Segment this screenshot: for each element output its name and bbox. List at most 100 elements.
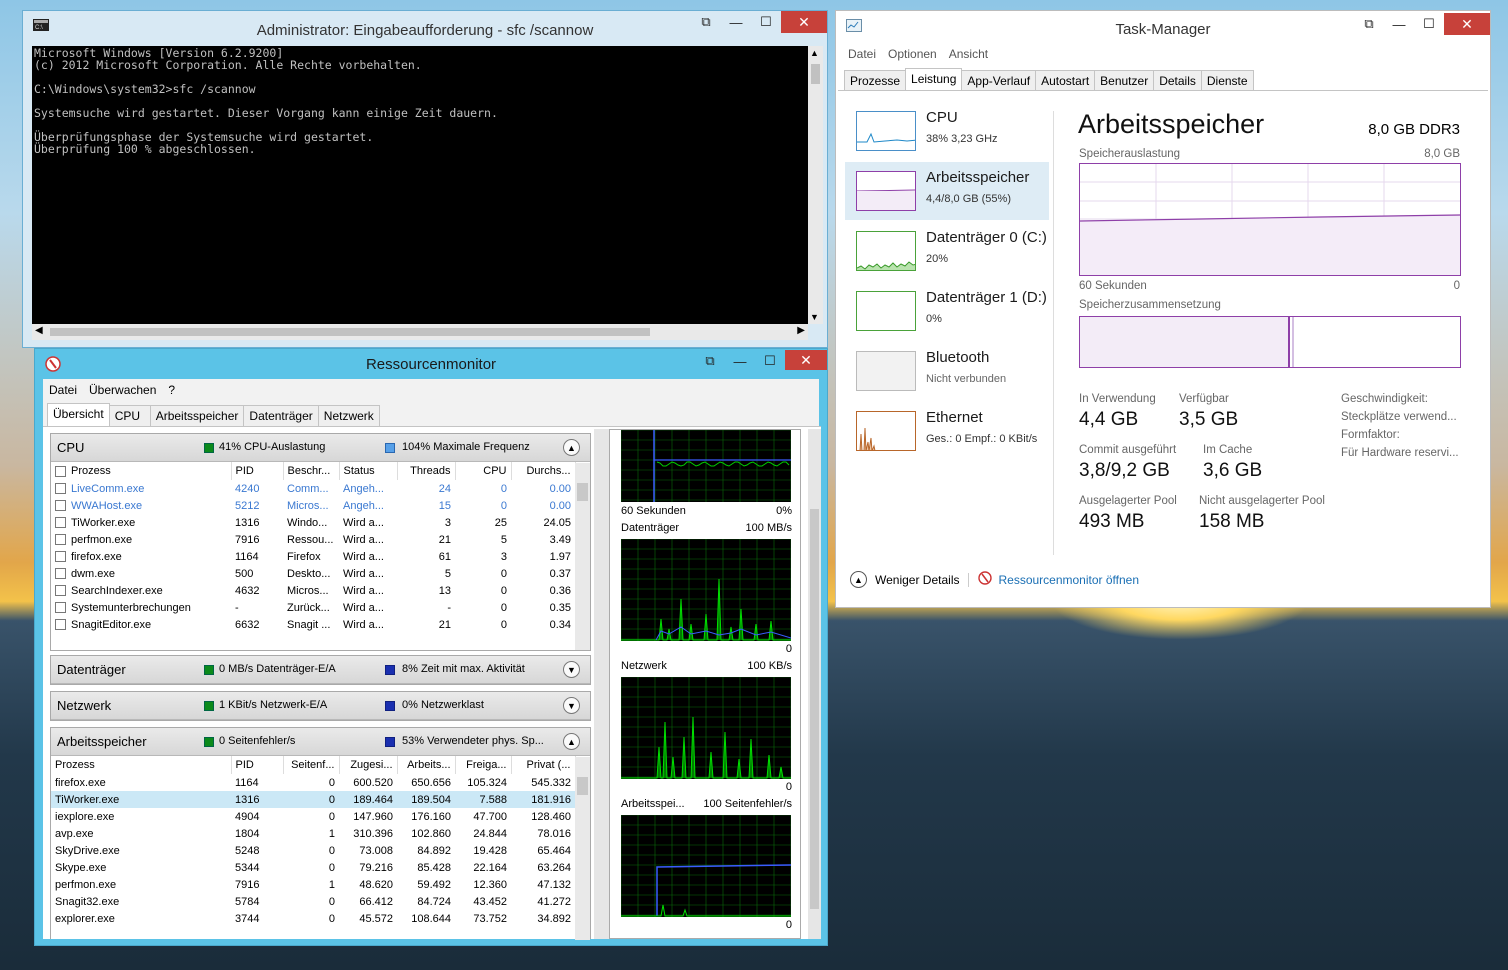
- tab-cpu[interactable]: CPU: [108, 405, 151, 428]
- col-pid[interactable]: PID: [231, 462, 284, 480]
- col-status[interactable]: Status: [339, 462, 398, 480]
- checkbox[interactable]: [55, 500, 66, 512]
- table-row[interactable]: avp.exe 1804 1 310.396 102.860 24.844 78.016: [51, 825, 575, 842]
- console-vscrollbar[interactable]: ▲ ▼: [808, 46, 823, 324]
- checkbox[interactable]: [55, 465, 66, 477]
- table-row[interactable]: WWAHost.exe 5212 Micros... Angeh... 15 0 0.00: [51, 497, 575, 514]
- minimize-button[interactable]: —: [721, 11, 751, 33]
- checkbox[interactable]: [55, 602, 66, 614]
- table-row[interactable]: iexplore.exe 4904 0 147.960 176.160 47.700 128…: [51, 808, 575, 825]
- checkbox[interactable]: [55, 517, 66, 529]
- sidebar-item-ethernet[interactable]: Ethernet Ges.: 0 Empf.: 0 KBit/s: [845, 402, 1049, 460]
- table-row[interactable]: firefox.exe 1164 0 600.520 650.656 105.324 545…: [51, 774, 575, 791]
- tab-uebersicht[interactable]: Übersicht: [47, 403, 110, 426]
- chevron-down-icon[interactable]: ▼: [563, 661, 580, 678]
- menu-optionen[interactable]: Optionen: [888, 47, 937, 61]
- console-hscrollbar[interactable]: ◀ ▶: [32, 324, 808, 340]
- col-cpu[interactable]: CPU: [455, 462, 512, 480]
- minimize-button[interactable]: —: [1384, 13, 1414, 35]
- col-beschreibung[interactable]: Beschr...: [283, 462, 340, 480]
- cpu-section-header[interactable]: CPU 41% CPU-Auslastung 104% Maximale Fre…: [51, 434, 590, 462]
- snap-button[interactable]: ⧉: [1354, 13, 1384, 35]
- table-row[interactable]: explorer.exe 3744 0 45.572 108.644 73.752 34.8…: [51, 910, 575, 927]
- checkbox[interactable]: [55, 585, 66, 597]
- chevron-up-icon[interactable]: ▲: [563, 733, 580, 750]
- snap-button[interactable]: ⧉: [695, 350, 725, 372]
- resmon-window[interactable]: Ressourcenmonitor ⧉ — ☐ ✕ Datei Überwach…: [34, 348, 828, 946]
- fewer-details-link[interactable]: Weniger Details: [875, 573, 959, 587]
- snap-button[interactable]: ⧉: [691, 11, 721, 33]
- col-durchschnitt[interactable]: Durchs...: [511, 462, 576, 480]
- tab-datentraeger[interactable]: Datenträger: [243, 405, 319, 428]
- chevron-down-icon[interactable]: ▼: [563, 697, 580, 714]
- menu-help[interactable]: ?: [168, 383, 175, 397]
- scroll-thumb[interactable]: [50, 328, 650, 336]
- table-row[interactable]: Snagit32.exe 5784 0 66.412 84.724 43.452 41.27…: [51, 893, 575, 910]
- checkbox[interactable]: [55, 483, 66, 495]
- col-prozess[interactable]: Prozess: [51, 462, 232, 480]
- minimize-button[interactable]: —: [725, 350, 755, 372]
- graphs-scrollbar[interactable]: [808, 429, 821, 939]
- col-prozess[interactable]: Prozess: [51, 756, 232, 774]
- table-row[interactable]: TiWorker.exe 1316 Windo... Wird a... 3 25 24.0…: [51, 514, 575, 531]
- cmd-window[interactable]: C:\ Administrator: Eingabeaufforderung -…: [22, 10, 828, 348]
- close-button[interactable]: ✕: [1444, 13, 1490, 35]
- tab-netzwerk[interactable]: Netzwerk: [317, 405, 380, 428]
- left-pane-scrollbar[interactable]: [594, 429, 609, 939]
- col-freigabe[interactable]: Freiga...: [455, 756, 512, 774]
- checkbox[interactable]: [55, 551, 66, 563]
- scroll-thumb[interactable]: [577, 777, 588, 795]
- checkbox[interactable]: [55, 534, 66, 546]
- table-row[interactable]: SnagitEditor.exe 6632 Snagit ... Wird a... 2…: [51, 616, 575, 633]
- sidebar-item-disk1[interactable]: Datenträger 1 (D:) 0%: [845, 282, 1049, 340]
- checkbox[interactable]: [55, 619, 66, 631]
- menu-ansicht[interactable]: Ansicht: [949, 47, 988, 61]
- col-pid[interactable]: PID: [231, 756, 284, 774]
- close-button[interactable]: ✕: [781, 11, 827, 33]
- sidebar-item-cpu[interactable]: CPU 38% 3,23 GHz: [845, 102, 1049, 160]
- taskmanager-window[interactable]: Task-Manager ⧉ — ☐ ✕ Datei Optionen Ansi…: [835, 10, 1491, 608]
- sidebar-item-arbeitsspeicher[interactable]: Arbeitsspeicher 4,4/8,0 GB (55%): [845, 162, 1049, 220]
- scroll-left-icon[interactable]: ◀: [35, 325, 43, 336]
- scroll-thumb[interactable]: [810, 509, 819, 909]
- menu-ueberwachen[interactable]: Überwachen: [89, 383, 156, 397]
- chevron-up-icon[interactable]: ▲: [850, 571, 867, 588]
- table-row[interactable]: SkyDrive.exe 5248 0 73.008 84.892 19.428 65.46…: [51, 842, 575, 859]
- table-row[interactable]: dwm.exe 500 Deskto... Wird a... 5 0 0.37: [51, 565, 575, 582]
- table-row[interactable]: perfmon.exe 7916 1 48.620 59.492 12.360 47.132: [51, 876, 575, 893]
- maximize-button[interactable]: ☐: [751, 11, 781, 33]
- open-resmon-link[interactable]: Ressourcenmonitor öffnen: [998, 573, 1139, 587]
- sidebar-item-bluetooth[interactable]: Bluetooth Nicht verbunden: [845, 342, 1049, 400]
- network-section-header[interactable]: Netzwerk 1 KBit/s Netzwerk-E/A 0% Netzwe…: [51, 692, 590, 720]
- table-row[interactable]: perfmon.exe 7916 Ressou... Wird a... 21 5 3.49: [51, 531, 575, 548]
- scroll-down-icon[interactable]: ▼: [810, 312, 819, 322]
- maximize-button[interactable]: ☐: [755, 350, 785, 372]
- menu-datei[interactable]: Datei: [848, 47, 876, 61]
- memory-table-scrollbar[interactable]: [575, 757, 590, 940]
- col-arbeitssatz[interactable]: Arbeits...: [397, 756, 456, 774]
- checkbox[interactable]: [55, 568, 66, 580]
- tab-leistung[interactable]: Leistung: [905, 68, 963, 91]
- col-zugesichert[interactable]: Zugesi...: [339, 756, 398, 774]
- close-button[interactable]: ✕: [785, 350, 827, 370]
- col-seitenfehler[interactable]: Seitenf...: [283, 756, 340, 774]
- tab-arbeitsspeicher[interactable]: Arbeitsspeicher: [149, 405, 245, 428]
- memory-section-header[interactable]: Arbeitsspeicher 0 Seitenfehler/s 53% Ver…: [51, 728, 590, 756]
- scroll-right-icon[interactable]: ▶: [797, 325, 805, 336]
- chevron-up-icon[interactable]: ▲: [563, 439, 580, 456]
- table-row[interactable]: Systemunterbrechungen - Zurück... Wird a...…: [51, 599, 575, 616]
- table-row[interactable]: TiWorker.exe 1316 0 189.464 189.504 7.588 181.…: [51, 791, 575, 808]
- scroll-thumb[interactable]: [577, 483, 588, 501]
- menu-datei[interactable]: Datei: [49, 383, 77, 397]
- col-privat[interactable]: Privat (...: [511, 756, 576, 774]
- cpu-table-scrollbar[interactable]: [575, 463, 590, 650]
- table-row[interactable]: Skype.exe 5344 0 79.216 85.428 22.164 63.264: [51, 859, 575, 876]
- table-row[interactable]: firefox.exe 1164 Firefox Wird a... 61 3 1.97: [51, 548, 575, 565]
- table-row[interactable]: SearchIndexer.exe 4632 Micros... Wird a... 1…: [51, 582, 575, 599]
- disk-section-header[interactable]: Datenträger 0 MB/s Datenträger-E/A 8% Ze…: [51, 656, 590, 684]
- console-output[interactable]: Microsoft Windows [Version 6.2.9200] (c)…: [32, 46, 808, 324]
- col-threads[interactable]: Threads: [397, 462, 456, 480]
- sidebar-item-disk0[interactable]: Datenträger 0 (C:) 20%: [845, 222, 1049, 280]
- table-row[interactable]: LiveComm.exe 4240 Comm... Angeh... 24 0 0.00: [51, 480, 575, 497]
- scroll-thumb[interactable]: [811, 64, 820, 84]
